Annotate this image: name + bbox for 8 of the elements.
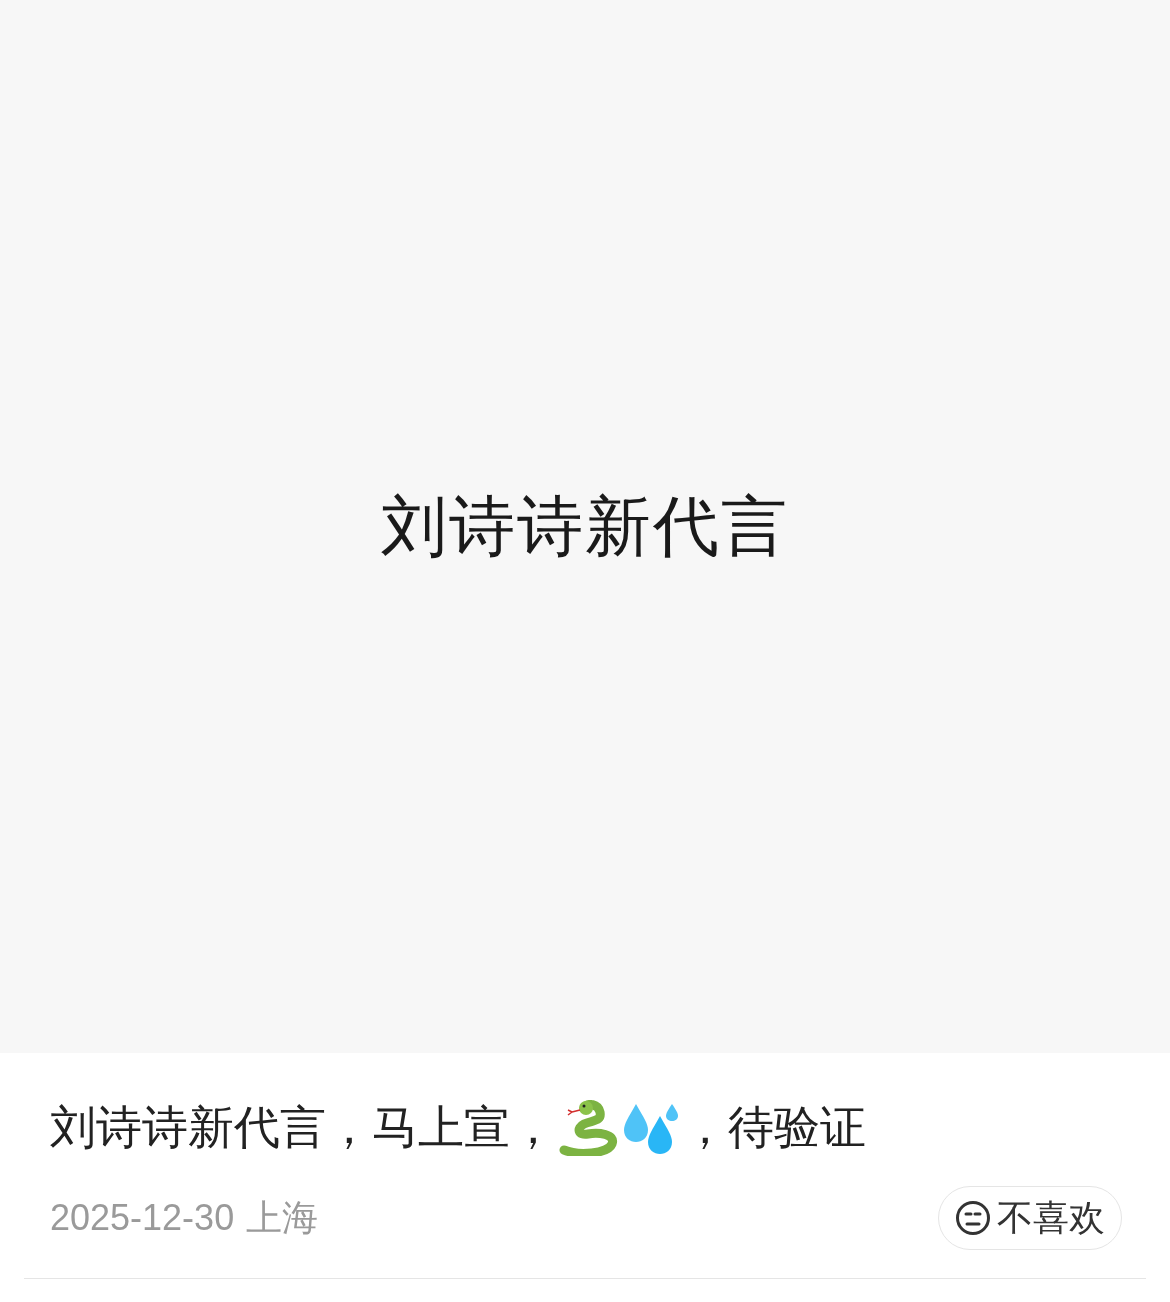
snake-icon	[558, 1099, 618, 1156]
post-title-end: ，待验证	[682, 1100, 866, 1155]
cover-text: 刘诗诗新代言	[381, 488, 789, 565]
post-date: 2025-12-30	[50, 1196, 235, 1240]
dislike-button[interactable]: 不喜欢	[938, 1186, 1122, 1250]
neutral-face-icon	[955, 1200, 991, 1236]
post-location: 上海	[246, 1196, 319, 1240]
post-title: 刘诗诗新代言，马上宣，	[50, 1100, 556, 1155]
